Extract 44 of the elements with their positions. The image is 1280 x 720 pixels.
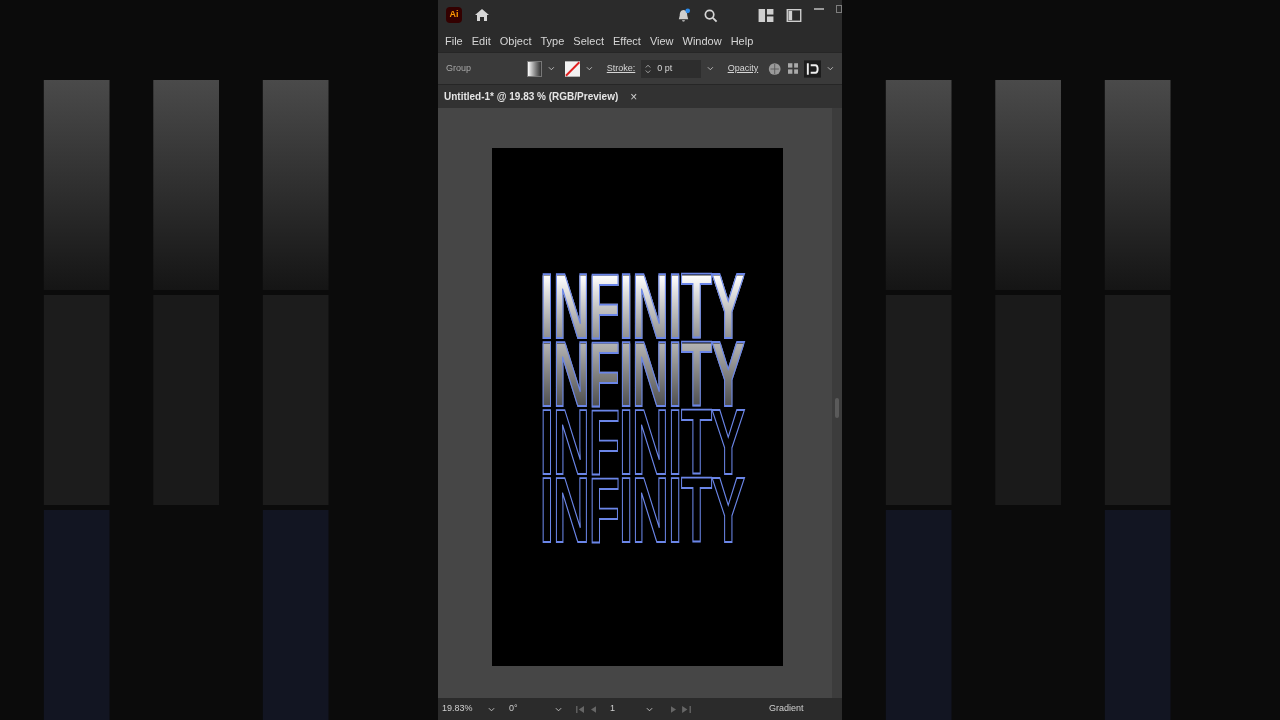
next-icon[interactable] [671, 705, 676, 713]
stepper-icon[interactable] [645, 63, 652, 74]
chevron-icon[interactable] [706, 66, 714, 71]
tool-name: Gradient [769, 702, 804, 716]
artwork-text[interactable]: INFINITY [539, 478, 745, 546]
maximize-icon[interactable] [836, 4, 842, 14]
panel-icon[interactable] [786, 8, 802, 22]
align-icon[interactable] [804, 59, 822, 78]
chevron-icon[interactable] [488, 706, 495, 712]
chevron-icon[interactable] [646, 706, 653, 712]
chevron-icon[interactable] [827, 66, 834, 71]
menu-item[interactable]: Window [678, 32, 726, 50]
selection-label: Group [446, 61, 472, 75]
chevron-icon[interactable] [586, 66, 593, 71]
app-logo: Ai [446, 7, 462, 23]
menu-item[interactable]: View [645, 32, 678, 50]
artboard-field[interactable]: 1 [610, 702, 640, 716]
menu-item[interactable]: Effect [608, 32, 645, 50]
grid-icon[interactable] [787, 63, 799, 74]
rotation-field[interactable]: 0° [509, 702, 549, 716]
chevron-icon[interactable] [555, 706, 562, 712]
menu-item[interactable]: Type [536, 32, 569, 50]
menu-item[interactable]: Edit [467, 32, 495, 50]
first-page-icon[interactable] [576, 705, 585, 713]
menu-item[interactable]: Help [726, 32, 758, 50]
last-page-icon[interactable] [682, 705, 691, 713]
menu-item[interactable]: Object [495, 32, 536, 50]
menu-item[interactable]: Select [569, 32, 608, 50]
workspace-icon[interactable] [758, 8, 774, 22]
previous-icon[interactable] [591, 705, 596, 713]
search-icon[interactable] [703, 7, 718, 23]
close-button[interactable]: × [630, 90, 638, 103]
stroke-swatch[interactable] [564, 60, 581, 77]
bell-icon[interactable] [676, 7, 691, 23]
stroke-link[interactable]: Stroke: [606, 61, 636, 76]
globe-icon[interactable] [768, 61, 782, 76]
home-icon[interactable] [474, 7, 490, 23]
chevron-icon[interactable] [548, 66, 555, 71]
zoom-field[interactable]: 19.83% [442, 702, 482, 716]
menu-item[interactable]: File [441, 32, 467, 50]
document-tab[interactable]: Untitled-1* @ 19.83 % (RGB/Preview) [444, 89, 619, 104]
opacity-link[interactable]: Opacity [727, 61, 759, 76]
stroke-field[interactable]: 0 pt [641, 59, 701, 78]
fill-swatch[interactable] [526, 60, 543, 77]
